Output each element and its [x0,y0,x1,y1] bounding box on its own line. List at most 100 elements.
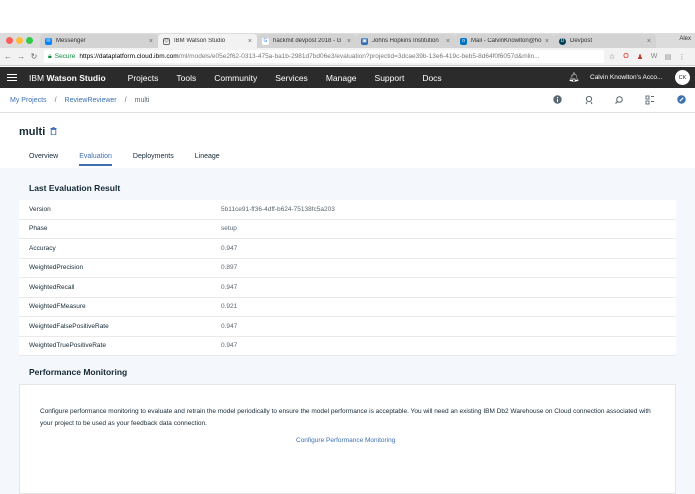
menu-dots-icon[interactable]: ⋮ [676,53,688,61]
close-tab-icon[interactable]: × [149,38,153,45]
table-row: WeightedRecall 0.947 [19,278,676,298]
close-window-button[interactable] [6,37,13,44]
performance-section-title: Performance Monitoring [29,367,128,377]
assets-icon[interactable] [614,95,624,105]
nav-docs[interactable]: Docs [422,73,441,83]
collaborators-icon[interactable] [584,95,594,105]
table-row: Phase setup [19,220,676,239]
row-key: WeightedFMeasure [29,303,86,311]
info-icon[interactable] [552,95,562,105]
url-host: https://dataplatform.cloud.ibm.com [79,53,179,60]
tab-lineage[interactable]: Lineage [195,153,220,166]
nav-community[interactable]: Community [214,73,257,83]
devpost-icon: D [559,37,566,45]
breadcrumb-project[interactable]: ReviewReviewer [65,97,117,104]
model-tabs: Overview Evaluation Deployments Lineage [29,153,241,166]
edit-pencil-icon[interactable] [676,95,686,105]
star-icon[interactable]: ☆ [606,53,618,61]
tab-evaluation[interactable]: Evaluation [79,153,112,166]
row-value: 0.921 [221,303,238,311]
browser-tab-hackmit[interactable]: G hackmit devpost 2018 - G × [257,34,356,48]
performance-description: Configure performance monitoring to eval… [40,408,651,427]
app-header: IBM Watson Studio Projects Tools Communi… [0,67,695,88]
brand-name: Watson Studio [46,72,106,83]
nav-projects[interactable]: Projects [128,73,159,83]
browser-tab-watson-studio[interactable]: ◎ IBM Watson Studio × [158,34,257,48]
opera-extension-icon[interactable]: O [620,53,632,60]
row-key: WeightedFalsePositiveRate [29,322,109,330]
close-tab-icon[interactable]: × [347,38,351,45]
account-switcher[interactable]: Calvin Knowlton's Acco... [590,74,662,81]
breadcrumb: My Projects / ReviewReviewer / multi [0,89,695,113]
browser-tab-strip: ✉ Messenger × ◎ IBM Watson Studio × G ha… [0,33,695,48]
nav-tools[interactable]: Tools [176,73,196,83]
model-title-area: multi Overview Evaluation Deployments Li… [0,114,695,168]
table-row: WeightedFMeasure 0.921 [19,298,676,317]
breadcrumb-my-projects[interactable]: My Projects [10,97,47,104]
close-tab-icon[interactable]: × [647,38,651,45]
browser-tab-devpost[interactable]: D Devpost × [554,34,656,48]
tab-deployments[interactable]: Deployments [133,153,174,166]
brand-logo[interactable]: IBM Watson Studio [29,73,106,83]
evaluation-table: Version 5b11ce91-ff36-4dff-b624-75138fc5a… [19,200,676,356]
tab-title: hackmit devpost 2018 - G [273,38,342,44]
close-tab-icon[interactable]: × [545,38,549,45]
brand-prefix: IBM [29,72,47,83]
table-row: WeightedTruePositiveRate 0.947 [19,337,676,356]
evaluation-section-title: Last Evaluation Result [29,183,121,193]
table-row: WeightedPrecision 0.897 [19,259,676,278]
avatar[interactable]: CK [675,70,690,85]
table-row: Version 5b11ce91-ff36-4dff-b624-75138fc5a… [19,200,676,220]
messenger-icon: ✉ [45,37,52,45]
row-value: 5b11ce91-ff36-4dff-b624-75138fc5a203 [221,205,335,213]
google-icon: G [262,37,269,45]
outlook-icon: o [460,37,467,45]
row-key: WeightedTruePositiveRate [29,342,106,350]
row-value: 0.947 [221,244,238,252]
url-path: /ml/models/e05e2f62-0313-475a-ba1b-2981d… [178,53,540,60]
browser-tab-jhu[interactable]: ▣ Johns Hopkins Institution × [356,34,455,48]
row-key: Phase [29,225,48,233]
back-arrow-icon[interactable]: ← [3,52,13,61]
trash-icon[interactable] [50,127,57,137]
main-nav: Projects Tools Community Services Manage… [128,73,460,83]
row-key: WeightedPrecision [29,264,84,272]
row-value: 0.947 [221,342,238,350]
maximize-window-button[interactable] [26,37,33,44]
tab-title: Messenger [56,38,86,44]
tab-overview[interactable]: Overview [29,153,58,166]
reload-icon[interactable]: ↻ [29,52,39,61]
close-tab-icon[interactable]: × [446,38,450,45]
jhu-icon: ▣ [361,37,368,45]
row-value: 0.947 [221,322,238,330]
breadcrumb-current: multi [134,97,150,104]
extension-icon[interactable]: ▤ [662,53,674,61]
minimize-window-button[interactable] [16,37,23,44]
forward-arrow-icon[interactable]: → [16,52,26,61]
nav-services[interactable]: Services [275,73,308,83]
breadcrumb-separator: / [124,97,127,104]
url-input[interactable]: 🔒︎ Secure https://dataplatform.cloud.ibm… [44,50,604,63]
tab-title: Devpost [570,38,593,44]
breadcrumb-separator: / [54,97,57,104]
row-key: Accuracy [29,244,56,252]
row-value: setup [221,225,237,233]
browser-profile-name[interactable]: Alex [679,36,691,42]
table-row: Accuracy 0.947 [19,239,676,259]
lock-icon: 🔒︎ [48,52,52,60]
nav-manage[interactable]: Manage [326,73,357,83]
notifications-bell-icon[interactable]: 🔔︎ [568,72,579,83]
person-extension-icon[interactable]: ♟ [634,53,646,61]
page-title: multi [19,126,46,138]
secure-label: Secure [54,53,76,60]
browser-tab-mail[interactable]: o Mail - CalvinKnowlton@ho × [455,34,554,48]
data-icon[interactable] [645,95,655,105]
hamburger-menu-icon[interactable] [7,72,17,84]
browser-tab-messenger[interactable]: ✉ Messenger × [40,34,158,48]
row-key: Version [29,205,51,213]
close-tab-icon[interactable]: × [248,38,252,45]
browser-address-bar: ← → ↻ 🔒︎ Secure https://dataplatform.clo… [0,48,695,66]
nav-support[interactable]: Support [375,73,405,83]
wikipedia-extension-icon[interactable]: W [648,53,660,60]
configure-performance-monitoring-link[interactable]: Configure Performance Monitoring [296,437,395,444]
